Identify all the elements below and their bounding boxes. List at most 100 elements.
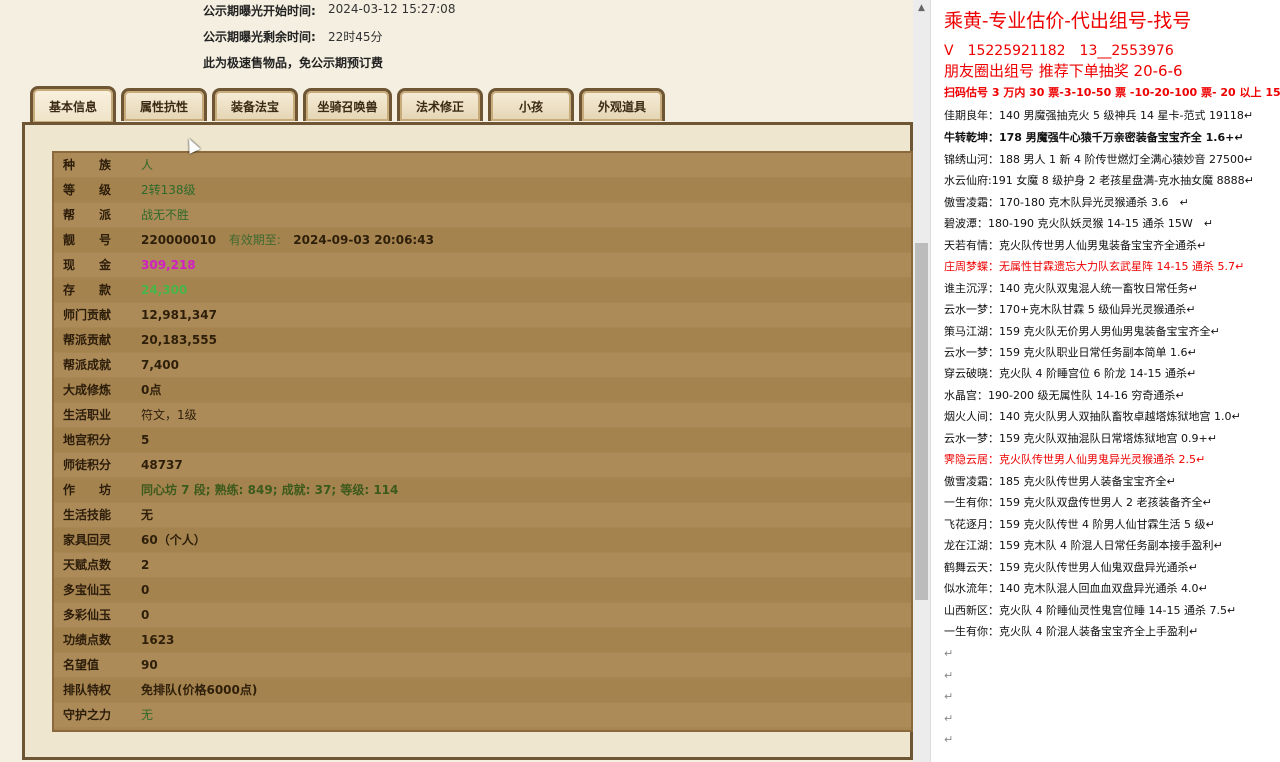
stat-value: 309,218 <box>141 258 196 272</box>
stat-value: 48737 <box>141 458 183 472</box>
doc-line: 龙在江湖：159 克木队 4 阶混人日常任务副本接手盈利↵ <box>944 539 1223 552</box>
stat-value: 免排队(价格6000点) <box>141 683 258 697</box>
tab-attributes[interactable]: 属性抗性 <box>121 88 207 121</box>
stat-row-guild-achieve: 帮派成就 7,400 <box>54 353 911 377</box>
stat-row-jade-b: 多彩仙玉 0 <box>54 603 911 627</box>
tab-mounts-pets[interactable]: 坐骑召唤兽 <box>303 88 392 121</box>
doc-line: 傲雪凌霜：170-180 克木队异光灵猴通杀 3.6 ↵ <box>944 196 1189 209</box>
stat-label: 靓 号 <box>63 233 112 247</box>
stat-value: 7,400 <box>141 358 179 372</box>
stat-value: 20,183,555 <box>141 333 217 347</box>
sale-notice: 此为极速售物品，免公示期预订费 <box>203 56 384 70</box>
stat-value: 12,981,347 <box>141 308 217 322</box>
doc-line: 佳期良年：140 男魔强抽克火 5 级神兵 14 星卡-范式 19118↵ <box>944 109 1254 122</box>
doc-line: 水晶宫：190-200 级无属性队 14-16 穷奇通杀↵ <box>944 389 1185 402</box>
expose-remain-value: 22时45分 <box>328 30 383 44</box>
stat-row-race: 种 族 人 <box>54 153 911 177</box>
stat-label: 帮派成就 <box>63 358 112 372</box>
stat-value: 符文，1级 <box>141 408 197 422</box>
stat-label: 大成修炼 <box>63 383 112 397</box>
doc-line: 锦绣山河：188 男人 1 新 4 阶传世燃灯全满心猿妙音 27500↵ <box>944 153 1254 166</box>
doc-line: 谁主沉浮：140 克火队双鬼混人统一畜牧日常任务↵ <box>944 282 1198 295</box>
stat-row-workshop: 作 坊 同心坊 7 段; 熟练: 849; 成就: 37; 等级: 114 <box>54 478 911 502</box>
stat-row-faction: 帮 派 战无不胜 <box>54 203 911 227</box>
doc-title: 乘黄-专业估价-代出组号-找号 <box>944 10 1192 32</box>
expose-start-value: 2024-03-12 15:27:08 <box>328 2 456 16</box>
doc-line: 一生有你：159 克火队双盘传世男人 2 老孩装备齐全↵ <box>944 496 1212 509</box>
doc-line: 烟火人间：140 克火队男人双抽队畜牧卓越塔炼狱地宫 1.0↵ <box>944 410 1241 423</box>
scrollbar-thumb[interactable] <box>915 243 928 600</box>
stat-label: 多彩仙玉 <box>63 608 112 622</box>
expose-start: 公示期曝光开始时间: 2024-03-12 15:27:08 <box>203 2 455 19</box>
stat-label: 功绩点数 <box>63 633 112 647</box>
stat-label: 师门贡献 <box>63 308 112 322</box>
stat-row-furniture: 家具回灵 60（个人） <box>54 528 911 552</box>
doc-price-note: 扫码估号 3 万内 30 票-3-10-50 票 -10-20-100 票- 2… <box>944 86 1280 99</box>
stat-value: 0点 <box>141 383 162 397</box>
doc-line: 霁隐云居：克火队传世男人仙男鬼异光灵猴通杀 2.5↵ <box>944 453 1206 466</box>
doc-line: 山西新区：克火队 4 阶睡仙灵性鬼宫位睡 14-15 通杀 7.5↵ <box>944 604 1237 617</box>
stat-value: 0 <box>141 583 150 597</box>
doc-line: 云水一梦：170+克木队甘霖 5 级仙异光灵猴通杀↵ <box>944 303 1196 316</box>
stat-row-cultivation: 大成修炼 0点 <box>54 378 911 402</box>
paragraph-mark-icon: ↵ <box>944 669 954 682</box>
doc-line: 云水一梦：159 克火队职业日常任务副本简单 1.6↵ <box>944 346 1197 359</box>
stat-label: 生活技能 <box>63 508 112 522</box>
stat-label: 现 金 <box>63 258 112 272</box>
stats-table: 种 族 人 等 级 2转138级 帮 派 战无不胜 靓 号 220000010 … <box>52 151 913 732</box>
stat-label: 守护之力 <box>63 708 112 722</box>
stat-value: 无 <box>141 708 154 722</box>
scroll-up-arrow-icon[interactable]: ▲ <box>913 0 930 17</box>
stat-row-life-skill: 生活技能 无 <box>54 503 911 527</box>
expose-remain: 公示期曝光剩余时间: 22时45分 <box>203 28 383 45</box>
stat-row-vip-id: 靓 号 220000010 有效期至: 2024-09-03 20:06:43 <box>54 228 911 252</box>
stat-label: 家具回灵 <box>63 533 112 547</box>
stat-row-deposit: 存 款 24,300 <box>54 278 911 302</box>
stat-row-guild-contrib: 帮派贡献 20,183,555 <box>54 328 911 352</box>
stat-row-dungeon-points: 地宫积分 5 <box>54 428 911 452</box>
tab-spells[interactable]: 法术修正 <box>397 88 483 121</box>
stat-value: 24,300 <box>141 283 188 297</box>
paragraph-mark-icon: ↵ <box>944 690 954 703</box>
vip-id-value: 220000010 <box>141 233 217 247</box>
doc-line: 水云仙府:191 女魔 8 级护身 2 老孩星盘满-克水抽女魔 8888↵ <box>944 174 1254 187</box>
doc-phone: V 15225921182 13__2553976 <box>944 43 1174 59</box>
expose-remain-label: 公示期曝光剩余时间: <box>203 30 316 44</box>
stat-value: 0 <box>141 608 150 622</box>
stat-row-life-job: 生活职业 符文，1级 <box>54 403 911 427</box>
stat-label: 帮派贡献 <box>63 333 112 347</box>
stat-label: 师徒积分 <box>63 458 112 472</box>
vip-expiry-label: 有效期至: <box>228 233 281 247</box>
stat-row-merit: 功绩点数 1623 <box>54 628 911 652</box>
stat-row-queue: 排队特权 免排队(价格6000点) <box>54 678 911 702</box>
doc-line: 傲雪凌霜：185 克火队传世男人装备宝宝齐全↵ <box>944 475 1176 488</box>
doc-line: 一生有你：克火队 4 阶混人装备宝宝齐全上手盈利↵ <box>944 625 1199 638</box>
doc-line: 穿云破晓：克火队 4 阶睡宫位 6 阶龙 14-15 通杀↵ <box>944 367 1197 380</box>
stat-value: 1623 <box>141 633 175 647</box>
stat-row-level: 等 级 2转138级 <box>54 178 911 202</box>
tab-appearance[interactable]: 外观道具 <box>579 88 665 121</box>
paragraph-mark-icon: ↵ <box>944 733 954 746</box>
stat-row-jade-a: 多宝仙玉 0 <box>54 578 911 602</box>
stat-label: 等 级 <box>63 183 112 197</box>
stat-row-sect-contrib: 师门贡献 12,981,347 <box>54 303 911 327</box>
tab-basic-info[interactable]: 基本信息 <box>30 86 116 123</box>
stat-label: 名望值 <box>63 658 100 672</box>
stat-row-talent: 天赋点数 2 <box>54 553 911 577</box>
stat-label: 帮 派 <box>63 208 112 222</box>
stat-value: 5 <box>141 433 150 447</box>
stat-label: 多宝仙玉 <box>63 583 112 597</box>
stat-label: 天赋点数 <box>63 558 112 572</box>
price-notes-document: 乘黄-专业估价-代出组号-找号 V 15225921182 13__255397… <box>930 0 1280 762</box>
tab-equipment[interactable]: 装备法宝 <box>212 88 298 121</box>
stat-value: 2转138级 <box>141 183 196 197</box>
stat-label: 地宫积分 <box>63 433 112 447</box>
doc-line: 牛转乾坤：178 男魔强牛心猿千万亲密装备宝宝齐全 1.6+↵ <box>944 131 1244 144</box>
stat-value: 战无不胜 <box>141 208 190 222</box>
paragraph-mark-icon: ↵ <box>944 712 954 725</box>
doc-line: 庄周梦蝶：无属性甘霖遗忘大力队玄武星阵 14-15 通杀 5.7↵ <box>944 260 1245 273</box>
stat-row-cash: 现 金 309,218 <box>54 253 911 277</box>
vertical-scrollbar[interactable]: ▲ <box>913 0 930 762</box>
tab-children[interactable]: 小孩 <box>488 88 574 121</box>
stat-row-fame: 名望值 90 <box>54 653 911 677</box>
